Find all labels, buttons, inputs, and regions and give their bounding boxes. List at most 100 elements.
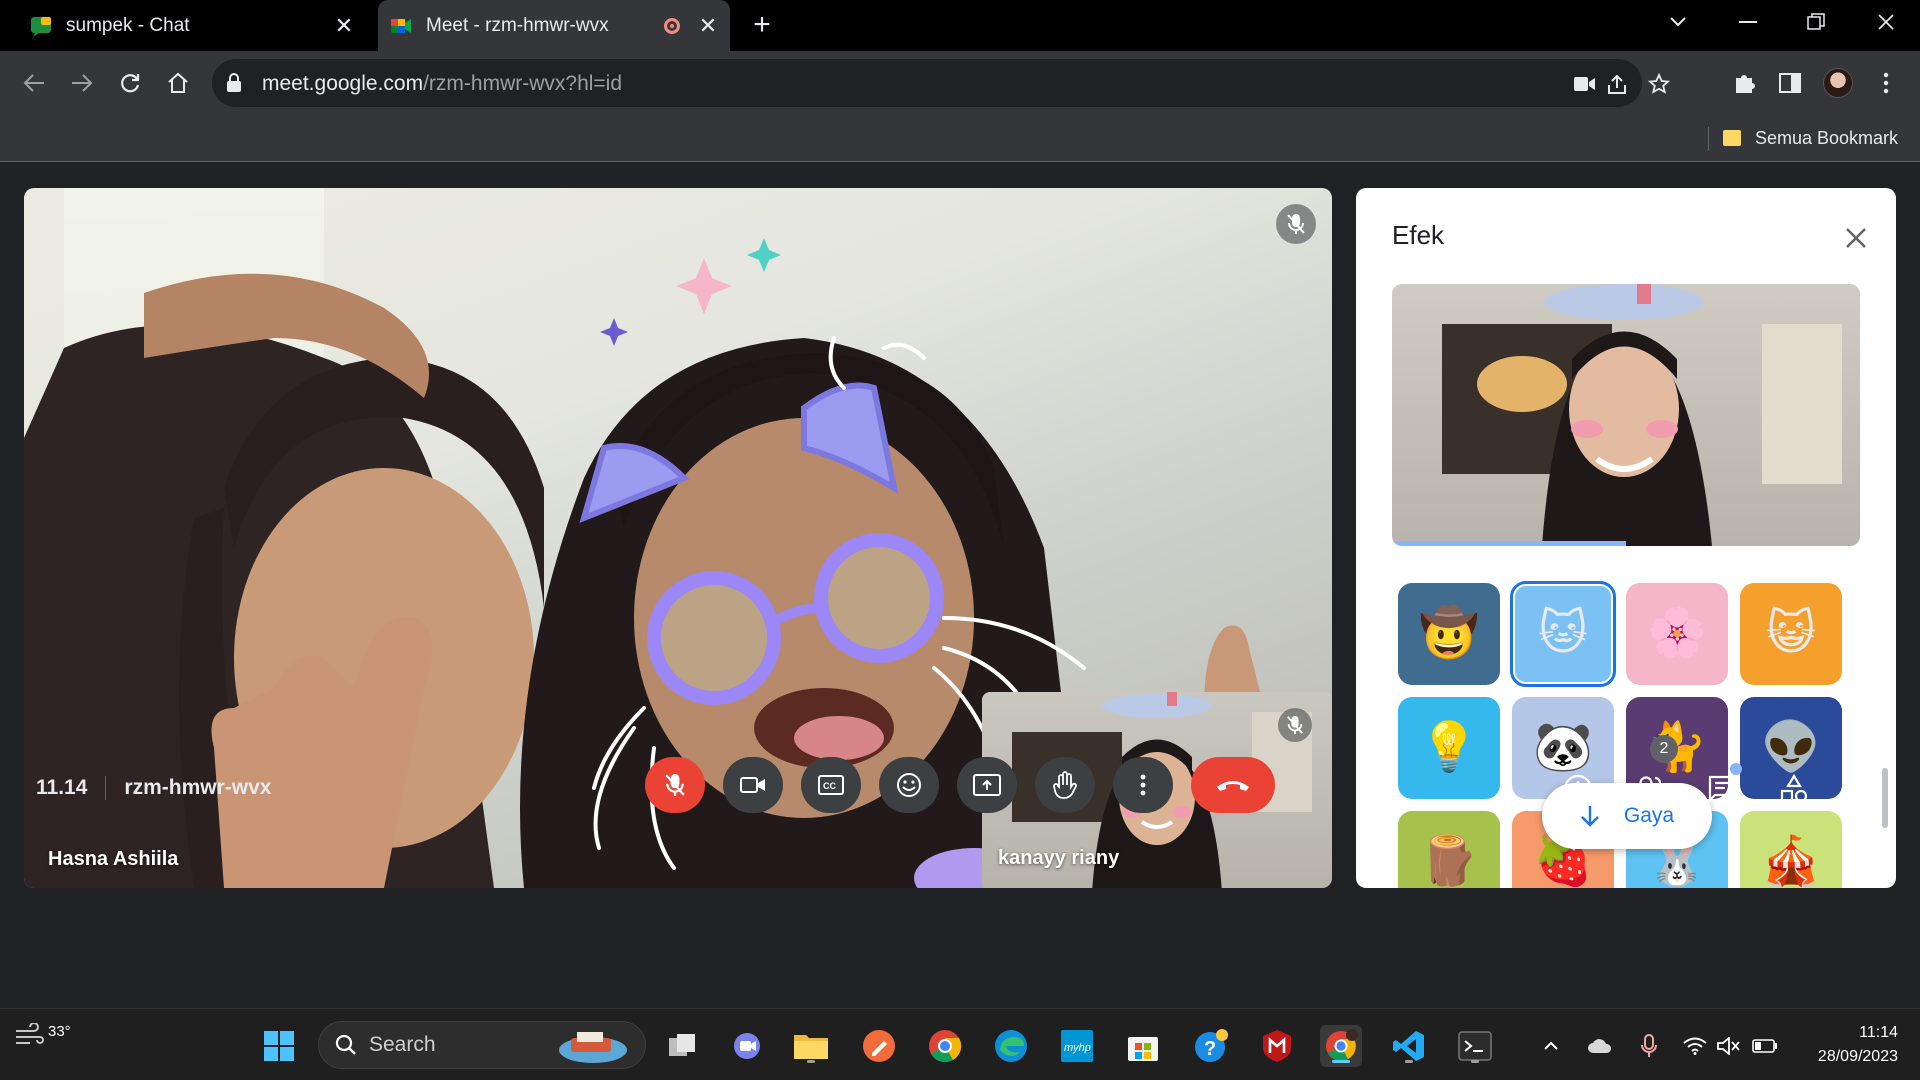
help-app-button[interactable]: ?	[1190, 1025, 1232, 1067]
myhp-app-button[interactable]: myhp	[1056, 1025, 1098, 1067]
tab-meet[interactable]: Meet - rzm-hmwr-wvx ✕	[378, 0, 730, 51]
volume-muted-icon	[1717, 1037, 1740, 1055]
participant-muted-indicator	[1276, 204, 1316, 244]
pen-app-icon	[863, 1030, 895, 1062]
self-muted-indicator	[1278, 708, 1312, 742]
present-screen-button[interactable]	[957, 757, 1017, 813]
raise-hand-button[interactable]	[1035, 757, 1095, 813]
url-text[interactable]: meet.google.com/rzm-hmwr-wvx?hl=id	[262, 72, 622, 96]
taskbar-search[interactable]: Search	[318, 1021, 646, 1069]
side-panel-button[interactable]	[1770, 63, 1810, 103]
address-bar[interactable]: meet.google.com/rzm-hmwr-wvx?hl=id	[212, 59, 1670, 107]
close-panel-button[interactable]	[1836, 218, 1876, 258]
battery-button[interactable]	[1750, 1031, 1780, 1061]
task-view-icon	[669, 1034, 695, 1056]
weather-widget[interactable]: 33°	[14, 1023, 71, 1049]
effect-tile-cherry-blossom[interactable]: 🌸	[1626, 583, 1728, 685]
back-button[interactable]	[14, 63, 54, 103]
clock-date: 28/09/2023	[1817, 1048, 1898, 1065]
bookmark-star-button[interactable]	[1644, 69, 1674, 99]
recording-indicator-icon	[664, 17, 680, 34]
chrome-profile-app-button[interactable]	[1320, 1025, 1362, 1067]
hang-up-icon	[1217, 781, 1249, 791]
clock-button[interactable]: 11:14 28/09/2023	[1818, 1021, 1898, 1069]
terminal-app-button[interactable]	[1454, 1025, 1496, 1067]
home-icon	[168, 72, 188, 93]
effect-tile-tree-stump[interactable]: 🪵	[1398, 811, 1500, 888]
arrow-right-icon	[72, 74, 93, 92]
close-icon	[1846, 228, 1866, 248]
vscode-app-button[interactable]	[1388, 1025, 1430, 1067]
tab-strip: sumpek - Chat ✕ Meet - rzm-hmwr-wvx ✕ +	[0, 0, 1920, 51]
volume-button[interactable]	[1714, 1031, 1744, 1061]
side-panel-icon	[1779, 73, 1801, 93]
store-app-button[interactable]	[1122, 1025, 1164, 1067]
activities-button[interactable]	[1772, 767, 1816, 811]
tab-search-button[interactable]	[1648, 0, 1708, 44]
minimize-button[interactable]	[1718, 0, 1778, 44]
svg-text:?: ?	[1204, 1038, 1216, 1060]
share-icon	[1608, 74, 1626, 94]
host-controls-button[interactable]	[1844, 767, 1888, 811]
people-button[interactable]	[1628, 767, 1672, 811]
folder-icon	[1722, 130, 1741, 146]
search-icon	[335, 1034, 356, 1055]
meeting-details-button[interactable]	[1556, 767, 1600, 811]
flying-cat-icon: 🐱	[1537, 607, 1589, 660]
teams-chat-button[interactable]	[726, 1025, 768, 1067]
leave-call-button[interactable]	[1191, 757, 1275, 813]
tree-stump-icon: 🪵	[1419, 835, 1479, 888]
svg-text:myhp: myhp	[1064, 1042, 1091, 1054]
home-button[interactable]	[158, 63, 198, 103]
wifi-button[interactable]	[1680, 1031, 1710, 1061]
chrome-menu-button[interactable]	[1866, 63, 1906, 103]
effect-tile-lightbulb[interactable]: 💡	[1398, 697, 1500, 799]
reactions-button[interactable]	[879, 757, 939, 813]
task-view-button[interactable]	[662, 1025, 704, 1067]
window-close-button[interactable]	[1856, 0, 1916, 44]
mcafee-icon	[1263, 1030, 1291, 1062]
tab-close-button[interactable]: ✕	[694, 12, 722, 40]
camera-in-use-button[interactable]	[1570, 69, 1600, 99]
tab-close-button[interactable]: ✕	[330, 12, 358, 40]
search-placeholder: Search	[369, 1033, 436, 1056]
start-button[interactable]	[258, 1025, 300, 1067]
meeting-time: 11.14	[36, 776, 88, 799]
share-button[interactable]	[1602, 69, 1632, 99]
profile-button[interactable]	[1818, 63, 1858, 103]
lock-icon	[227, 73, 241, 92]
effect-tile-tent[interactable]: 🎪	[1740, 811, 1842, 888]
hand-icon	[1053, 771, 1077, 799]
edge-app-button[interactable]	[990, 1025, 1032, 1067]
forward-button[interactable]	[62, 63, 102, 103]
star-icon	[1648, 73, 1670, 94]
chrome-app-button[interactable]	[924, 1025, 966, 1067]
new-tab-button[interactable]: +	[746, 10, 778, 42]
extensions-button[interactable]	[1724, 63, 1764, 103]
tab-chat[interactable]: sumpek - Chat ✕	[14, 0, 370, 51]
pen-app-button[interactable]	[858, 1025, 900, 1067]
show-hidden-icons-button[interactable]	[1536, 1031, 1566, 1061]
onedrive-button[interactable]	[1582, 1031, 1618, 1061]
effect-tile-cowboy-hat[interactable]: 🤠	[1398, 583, 1500, 685]
microphone-in-use-button[interactable]	[1634, 1031, 1664, 1061]
terminal-icon	[1458, 1031, 1492, 1061]
myhp-icon: myhp	[1061, 1030, 1093, 1062]
meeting-code[interactable]: rzm-hmwr-wvx	[124, 776, 271, 800]
all-bookmarks-button[interactable]: Semua Bookmark	[1722, 123, 1898, 153]
running-indicator	[1471, 1060, 1479, 1063]
mic-toggle-button[interactable]	[645, 757, 705, 813]
reload-button[interactable]	[110, 63, 150, 103]
effect-tile-cat-face[interactable]: 😺	[1740, 583, 1842, 685]
google-meet-icon	[391, 18, 411, 33]
mcafee-app-button[interactable]	[1256, 1025, 1298, 1067]
captions-button[interactable]: CC	[801, 757, 861, 813]
restore-button[interactable]	[1786, 0, 1846, 44]
folder-icon	[794, 1035, 828, 1059]
participant-name: Hasna Ashiila	[48, 848, 179, 870]
more-options-button[interactable]	[1113, 757, 1173, 813]
camera-toggle-button[interactable]	[723, 757, 783, 813]
more-vertical-icon	[1140, 774, 1146, 796]
file-explorer-button[interactable]	[790, 1025, 832, 1067]
effect-tile-flying-cat[interactable]: 🐱	[1510, 581, 1616, 687]
